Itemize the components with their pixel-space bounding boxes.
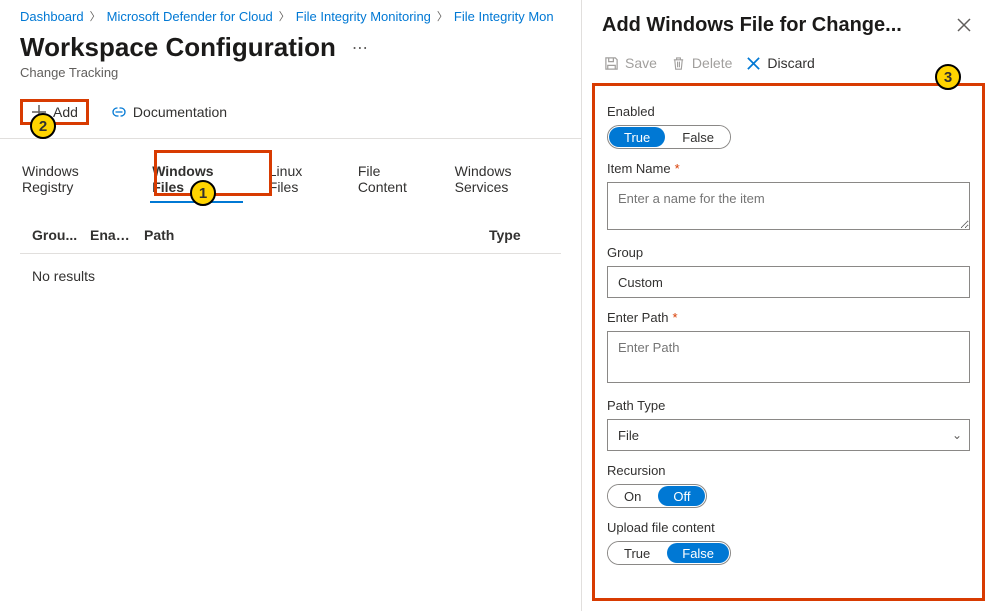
documentation-link-label: Documentation	[133, 104, 227, 120]
save-button[interactable]: Save	[604, 55, 657, 71]
annotation-callout-1: 1	[190, 180, 216, 206]
path-type-select[interactable]	[607, 419, 970, 451]
panel-title: Add Windows File for Change...	[602, 14, 902, 37]
documentation-link[interactable]: Documentation	[103, 98, 235, 126]
link-icon	[111, 104, 127, 120]
upload-true[interactable]: True	[608, 542, 666, 564]
group-input[interactable]	[607, 266, 970, 298]
col-type[interactable]: Type	[489, 227, 549, 243]
col-path[interactable]: Path	[144, 227, 479, 243]
col-enable[interactable]: Enab...	[90, 227, 134, 243]
upload-false[interactable]: False	[667, 543, 729, 563]
annotation-callout-3: 3	[935, 64, 961, 90]
close-icon	[957, 18, 971, 32]
trash-icon	[671, 56, 686, 71]
label-group: Group	[607, 245, 970, 260]
required-icon: *	[672, 310, 677, 325]
side-panel: Add Windows File for Change... Save Dele…	[581, 0, 995, 611]
page-title: Workspace Configuration	[20, 32, 336, 63]
tab-file-content[interactable]: File Content	[356, 157, 429, 205]
breadcrumb-item[interactable]: Dashboard	[20, 9, 84, 24]
breadcrumb-item[interactable]: Microsoft Defender for Cloud	[107, 9, 273, 24]
page-subtitle: Change Tracking	[20, 65, 561, 80]
recursion-on[interactable]: On	[608, 485, 657, 507]
close-button[interactable]	[953, 14, 975, 39]
delete-label: Delete	[692, 55, 732, 71]
discard-label: Discard	[767, 55, 814, 71]
upload-toggle[interactable]: True False	[607, 541, 731, 565]
item-name-input[interactable]	[607, 182, 970, 230]
breadcrumb-item[interactable]: File Integrity Mon	[454, 9, 554, 24]
chevron-right-icon: 〉	[90, 8, 101, 24]
divider	[0, 138, 581, 139]
main-pane: Dashboard 〉 Microsoft Defender for Cloud…	[0, 0, 581, 611]
tab-windows-registry[interactable]: Windows Registry	[20, 157, 126, 205]
chevron-right-icon: 〉	[279, 8, 290, 24]
breadcrumb: Dashboard 〉 Microsoft Defender for Cloud…	[20, 8, 561, 24]
save-label: Save	[625, 55, 657, 71]
command-bar: Add Documentation	[20, 98, 561, 126]
col-group[interactable]: Grou...	[32, 227, 80, 243]
tab-linux-files[interactable]: Linux Files	[267, 157, 332, 205]
more-menu-button[interactable]: ⋯	[348, 38, 372, 58]
panel-form: Enabled True False Item Name * Group Ent…	[592, 83, 985, 601]
add-button-label: Add	[53, 104, 78, 120]
enabled-true[interactable]: True	[609, 127, 665, 147]
discard-icon	[746, 56, 761, 71]
label-recursion: Recursion	[607, 463, 970, 478]
label-path-type: Path Type	[607, 398, 970, 413]
chevron-right-icon: 〉	[437, 8, 448, 24]
enabled-false[interactable]: False	[666, 126, 730, 148]
enabled-toggle[interactable]: True False	[607, 125, 731, 149]
delete-button[interactable]: Delete	[671, 55, 732, 71]
label-item-name: Item Name *	[607, 161, 970, 176]
label-enabled: Enabled	[607, 104, 970, 119]
annotation-callout-2: 2	[30, 113, 56, 139]
label-enter-path: Enter Path *	[607, 310, 970, 325]
table-header: Grou... Enab... Path Type	[20, 217, 561, 254]
discard-button[interactable]: Discard	[746, 55, 814, 71]
label-upload-file: Upload file content	[607, 520, 970, 535]
panel-toolbar: Save Delete Discard	[582, 45, 995, 83]
tab-windows-services[interactable]: Windows Services	[453, 157, 561, 205]
required-icon: *	[675, 161, 680, 176]
enter-path-input[interactable]	[607, 331, 970, 383]
breadcrumb-item[interactable]: File Integrity Monitoring	[296, 9, 431, 24]
recursion-toggle[interactable]: On Off	[607, 484, 707, 508]
save-icon	[604, 56, 619, 71]
table-empty-message: No results	[20, 254, 561, 298]
recursion-off[interactable]: Off	[658, 486, 705, 506]
tabs: Windows Registry Windows Files Linux Fil…	[20, 157, 561, 205]
